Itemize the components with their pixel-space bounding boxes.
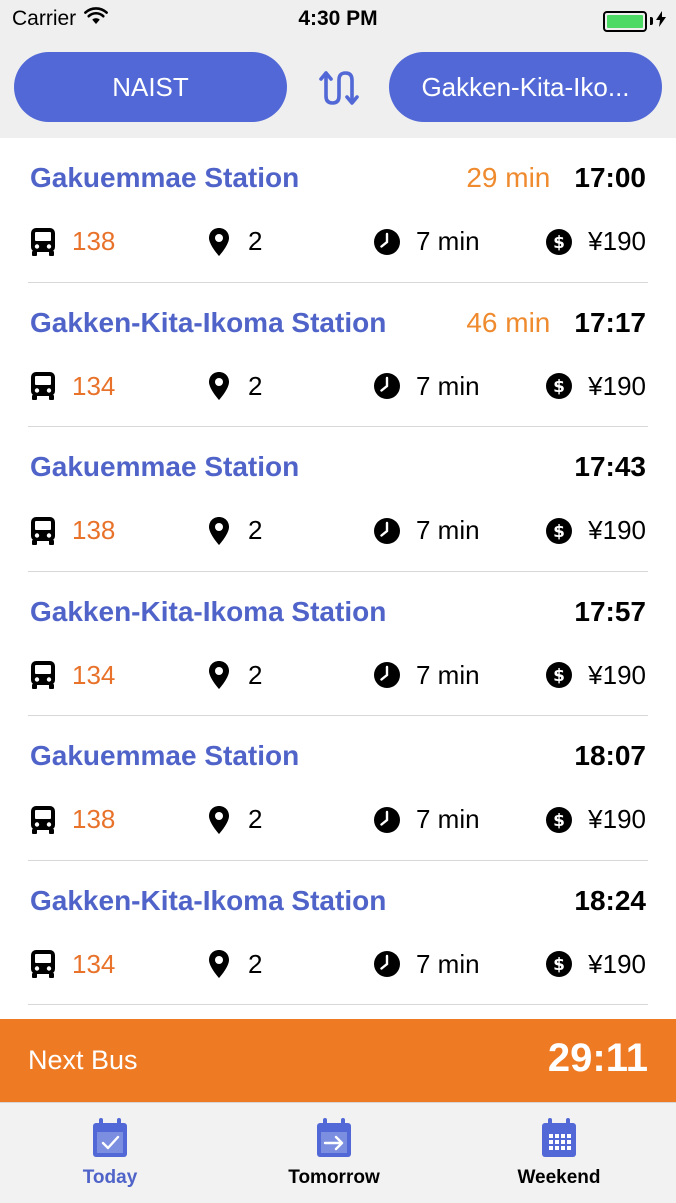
fare: ¥190 <box>588 515 646 545</box>
battery-icon <box>603 10 647 32</box>
dollar-coin-icon: $ <box>544 227 574 257</box>
departure-time: 17:43 <box>574 451 646 482</box>
stop-count: 2 <box>248 659 263 690</box>
stop-count: 2 <box>248 948 263 979</box>
departure-row[interactable]: Gakken-Kita-Ikoma Station 18:24 134 2 7 … <box>28 861 648 1005</box>
destination-name: Gakuemmae Station <box>30 740 300 771</box>
clock-icon <box>372 227 402 257</box>
location-pin-icon <box>204 805 234 835</box>
duration: 7 min <box>416 948 480 979</box>
calendar-check-icon <box>93 1118 127 1157</box>
svg-text:$: $ <box>553 377 565 397</box>
departure-row[interactable]: Gakken-Kita-Ikoma Station 46 min 17:17 1… <box>28 283 648 427</box>
bus-number: 134 <box>72 659 116 690</box>
svg-text:$: $ <box>553 233 565 253</box>
location-pin-icon <box>204 227 234 257</box>
destination-name: Gakken-Kita-Ikoma Station <box>30 884 387 916</box>
next-bus-label: Next Bus <box>28 1045 138 1075</box>
dollar-coin-icon: $ <box>544 949 574 979</box>
bus-number: 138 <box>72 804 116 834</box>
destination-name: Gakuemmae Station <box>30 451 300 482</box>
tab-today[interactable]: Today <box>40 1117 180 1189</box>
fare: ¥190 <box>588 659 646 690</box>
destination-name: Gakuemmae Station <box>30 162 300 193</box>
location-pin-icon <box>204 516 234 546</box>
tab-weekend[interactable]: Weekend <box>489 1117 629 1189</box>
tab-weekend-label: Weekend <box>517 1167 601 1188</box>
departure-row[interactable]: Gakuemmae Station 17:43 138 2 7 min $ ¥19… <box>28 427 648 572</box>
time-until: 46 min <box>466 306 551 338</box>
departure-time: 17:00 <box>574 162 646 193</box>
duration: 7 min <box>416 515 480 545</box>
dollar-coin-icon: $ <box>544 516 574 546</box>
stop-count: 2 <box>248 370 263 401</box>
departure-time: 17:17 <box>574 306 646 338</box>
tab-today-label: Today <box>82 1167 138 1188</box>
bus-icon <box>28 660 58 690</box>
calendar-arrow-icon <box>317 1118 351 1157</box>
duration: 7 min <box>416 659 480 690</box>
departure-row[interactable]: Gakuemmae Station 29 min 17:00 138 2 7 m… <box>28 138 648 283</box>
clock-icon <box>372 371 402 401</box>
dollar-coin-icon: $ <box>544 805 574 835</box>
charging-bolt-icon <box>656 9 666 33</box>
destination-name: Gakken-Kita-Ikoma Station <box>30 595 387 627</box>
origin-button[interactable]: NAIST <box>14 52 287 122</box>
tab-tomorrow[interactable]: Tomorrow <box>264 1117 404 1189</box>
bus-icon <box>28 227 58 257</box>
departure-time: 18:24 <box>574 884 646 916</box>
departure-row[interactable]: Gakken-Kita-Ikoma Station 17:57 134 2 7 … <box>28 572 648 716</box>
status-bar: Carrier 4:30 PM <box>0 0 676 38</box>
calendar-grid-icon <box>542 1118 576 1157</box>
bus-icon <box>28 371 58 401</box>
bus-icon <box>28 949 58 979</box>
departure-row[interactable]: Gakuemmae Station 18:07 138 2 7 min $ ¥19… <box>28 716 648 861</box>
departure-time: 18:07 <box>574 740 646 771</box>
time-until: 29 min <box>466 162 551 193</box>
bus-icon <box>28 805 58 835</box>
duration: 7 min <box>416 226 480 256</box>
next-bus-countdown: 29:11 <box>547 1036 648 1080</box>
stop-count: 2 <box>248 515 263 545</box>
swap-icon <box>319 71 359 105</box>
departure-time: 17:57 <box>574 595 646 627</box>
duration: 7 min <box>416 804 480 834</box>
clock-icon <box>372 660 402 690</box>
location-pin-icon <box>204 371 234 401</box>
battery-indicator <box>603 9 666 33</box>
fare: ¥190 <box>588 948 646 979</box>
swap-route-button[interactable] <box>312 66 364 110</box>
tab-bar: Today Tomorrow Weekend <box>0 1102 676 1203</box>
fare: ¥190 <box>588 226 646 256</box>
location-pin-icon <box>204 660 234 690</box>
bus-number: 138 <box>72 226 116 256</box>
departure-list: Gakuemmae Station 29 min 17:00 138 2 7 m… <box>0 138 676 1005</box>
clock-icon <box>372 516 402 546</box>
duration: 7 min <box>416 370 480 401</box>
route-selector: NAIST Gakken-Kita-Iko... <box>0 38 676 138</box>
clock-icon <box>372 805 402 835</box>
clock-icon <box>372 949 402 979</box>
tab-tomorrow-label: Tomorrow <box>288 1167 380 1188</box>
svg-text:$: $ <box>553 522 565 542</box>
location-pin-icon <box>204 949 234 979</box>
dollar-coin-icon: $ <box>544 660 574 690</box>
stop-count: 2 <box>248 226 263 256</box>
fare: ¥190 <box>588 370 646 401</box>
destination-button[interactable]: Gakken-Kita-Iko... <box>389 52 662 122</box>
status-time: 4:30 PM <box>298 7 378 30</box>
bus-number: 134 <box>72 370 116 401</box>
destination-name: Gakken-Kita-Ikoma Station <box>30 306 387 338</box>
svg-text:$: $ <box>553 666 565 686</box>
svg-text:$: $ <box>553 955 565 975</box>
bus-number: 134 <box>72 948 116 979</box>
bus-number: 138 <box>72 515 116 545</box>
next-bus-bar: Next Bus 29:11 <box>0 1019 676 1102</box>
dollar-coin-icon: $ <box>544 371 574 401</box>
bus-icon <box>28 516 58 546</box>
stop-count: 2 <box>248 804 263 834</box>
fare: ¥190 <box>588 804 646 834</box>
svg-text:$: $ <box>553 811 565 831</box>
